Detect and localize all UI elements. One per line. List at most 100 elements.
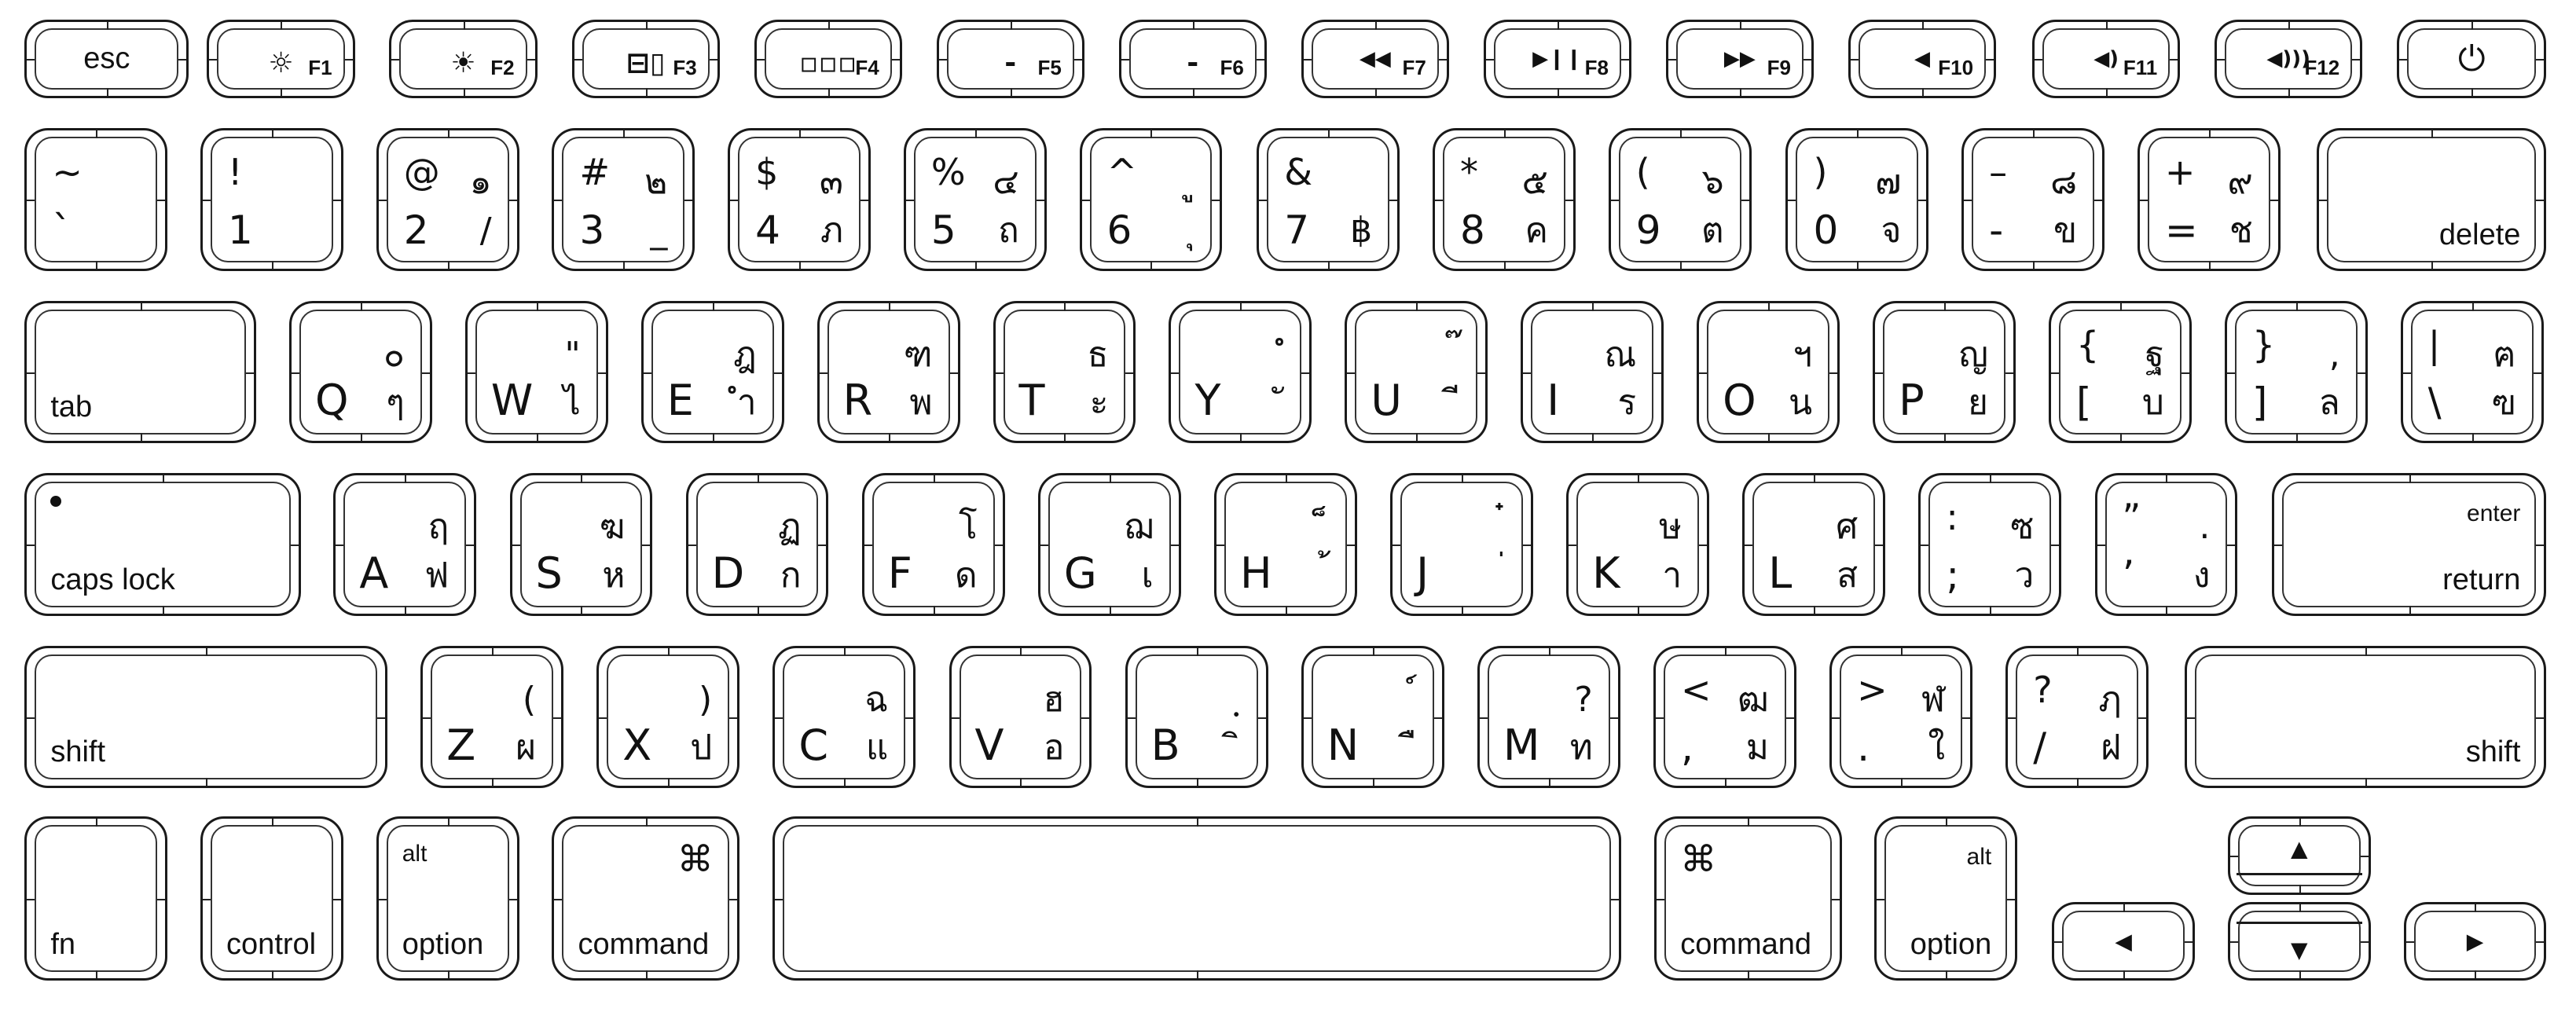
key-i[interactable]: I ณร — [1521, 300, 1664, 444]
key-1[interactable]: ! 1 — [200, 128, 343, 271]
latin-letter: F — [887, 548, 912, 598]
key-b[interactable]: Bฺิ — [1125, 645, 1268, 789]
key-delete[interactable]: delete — [2316, 128, 2547, 271]
keycap-tick — [2295, 433, 2298, 442]
key-q[interactable]: Q๐ๆ — [288, 300, 432, 444]
latin-letter: H — [1239, 548, 1272, 598]
key-left[interactable]: ◀ — [2052, 901, 2196, 981]
key-x[interactable]: X) ป — [596, 645, 740, 789]
keycap-tick — [281, 88, 283, 97]
key-o[interactable]: Oฯน — [1697, 300, 1840, 444]
key-l[interactable]: L ศส — [1742, 473, 1886, 616]
key-6[interactable]: ^6ูุ — [1079, 128, 1223, 271]
key-2[interactable]: @2 ๑ / — [376, 128, 519, 271]
key-d[interactable]: Dฏก — [685, 473, 829, 616]
key-f[interactable]: F โด — [861, 473, 1005, 616]
key-s[interactable]: Sฆห — [509, 473, 653, 616]
key-y[interactable]: Yํั — [1169, 300, 1312, 444]
key-f6[interactable]: ⁃ F6 — [1118, 20, 1267, 99]
key-f1[interactable]: ☼ F1 — [207, 20, 355, 99]
key-c[interactable]: Cฉแ — [772, 645, 916, 789]
key-down[interactable]: ▼ — [2227, 901, 2371, 981]
keycap-tick — [1745, 544, 1753, 547]
key-lcommand[interactable]: command ⌘ — [552, 816, 739, 981]
key-a[interactable]: Aฤฟ — [333, 473, 477, 616]
key-lbracket[interactable]: {[ฐบ — [2048, 300, 2192, 444]
key-3[interactable]: #3 ๒ _ — [552, 128, 695, 271]
key-p[interactable]: Pญย — [1873, 300, 2016, 444]
thai-shift-char: โ — [958, 507, 978, 548]
thai-shift-char: ฐ — [2145, 334, 2164, 375]
key-v[interactable]: Vฮอ — [949, 645, 1092, 789]
key-up[interactable]: ▲ — [2227, 816, 2371, 896]
key-9[interactable]: (9 ๖ต — [1608, 128, 1752, 271]
key-n[interactable]: N์ื — [1301, 645, 1444, 789]
key-roption[interactable]: option alt — [1874, 816, 2018, 981]
key-quote[interactable]: ” ’. ง — [2094, 473, 2238, 616]
key-fn[interactable]: fn — [24, 816, 168, 981]
key-capslock[interactable]: caps lock — [24, 473, 301, 616]
key-w[interactable]: W " ไ — [464, 300, 608, 444]
key-5[interactable]: % 5 ๔ถ — [903, 128, 1047, 271]
key-h[interactable]: H็้ — [1213, 473, 1357, 616]
key-comma[interactable]: <, ฒม — [1653, 645, 1796, 789]
key-f11[interactable]: ◀) F11 — [2032, 20, 2181, 99]
function-number-label: F8 — [1584, 56, 1609, 80]
key-g[interactable]: Gฌเ — [1037, 473, 1181, 616]
key-loption[interactable]: option alt — [376, 816, 519, 981]
keycap-tick — [1944, 433, 1946, 442]
key-semicolon[interactable]: :; ซว — [1918, 473, 2062, 616]
key-f5[interactable]: ⁃ F5 — [936, 20, 1084, 99]
key-rshift[interactable]: shift — [2185, 645, 2547, 789]
key-esc[interactable]: esc — [24, 20, 189, 99]
spacebar[interactable] — [772, 816, 1622, 981]
key-z[interactable]: Z (ผ — [420, 645, 564, 789]
key-grave[interactable]: ~ ` — [24, 128, 168, 271]
key-0[interactable]: ) 0 ๗จ — [1785, 128, 1929, 271]
key-r[interactable]: Rฑพ — [816, 300, 960, 444]
key-lshift[interactable]: shift — [24, 645, 388, 789]
keycap-tick — [642, 544, 651, 547]
thai-base-char: ด — [955, 555, 978, 596]
key-t[interactable]: T ธะ — [993, 300, 1136, 444]
key-f2[interactable]: ☀ F2 — [389, 20, 538, 99]
keycap-tick — [643, 372, 651, 374]
key-control[interactable]: control — [200, 816, 343, 981]
key-slash[interactable]: ? / ฦฝ — [2005, 645, 2149, 789]
keycap-tick — [1901, 647, 1903, 656]
key-k[interactable]: Kษา — [1566, 473, 1710, 616]
key-backslash[interactable]: | \ ฅฃ — [2400, 300, 2544, 444]
key-rbracket[interactable]: }], ล — [2224, 300, 2368, 444]
latin-letter: K — [1592, 548, 1620, 598]
key-minus[interactable]: – - ๘ข — [1961, 128, 2105, 271]
thai-base-char: ฃ — [2491, 383, 2516, 424]
key-j[interactable]: J๋่ — [1390, 473, 1533, 616]
key-f3[interactable]: ⊟▯ F3 — [571, 20, 720, 99]
key-e[interactable]: Eฎำ — [640, 300, 784, 444]
key-f8[interactable]: ▶❙❙ F8 — [1483, 20, 1631, 99]
key-return[interactable]: return enter — [2272, 473, 2547, 616]
key-7[interactable]: & 7 ฿ — [1257, 128, 1400, 271]
key-f10[interactable]: ◀ F10 — [1848, 20, 1997, 99]
keycap-tick — [668, 647, 670, 656]
key-m[interactable]: M? ท — [1477, 645, 1620, 789]
key-rcommand[interactable]: command ⌘ — [1654, 816, 1842, 981]
latin-letter: M — [1503, 720, 1540, 771]
key-tab[interactable]: tab — [24, 300, 257, 444]
key-period[interactable]: >. ฬใ — [1829, 645, 1972, 789]
shift-symbol: : — [1946, 496, 1958, 539]
key-f12[interactable]: ◀))) F12 — [2215, 20, 2363, 99]
key-right[interactable]: ▶ — [2403, 901, 2547, 981]
key-8[interactable]: * 8 ๕ค — [1433, 128, 1576, 271]
keycap-tick — [1020, 778, 1022, 786]
keycap-tick — [757, 475, 759, 484]
key-f7[interactable]: ◀◀ F7 — [1301, 20, 1449, 99]
key-u[interactable]: U๊ี — [1345, 300, 1488, 444]
key-4[interactable]: $4 ๓ภ — [728, 128, 871, 271]
key-equal[interactable]: + = ๙ช — [2137, 128, 2281, 271]
key-power[interactable]: ⏻ — [2397, 20, 2547, 99]
key-f9[interactable]: ▶▶ F9 — [1665, 20, 1814, 99]
keycap-tick — [1192, 88, 1194, 97]
key-f4[interactable]: ▫▫▫ F4 — [754, 20, 902, 99]
keycap-tick — [447, 260, 450, 269]
